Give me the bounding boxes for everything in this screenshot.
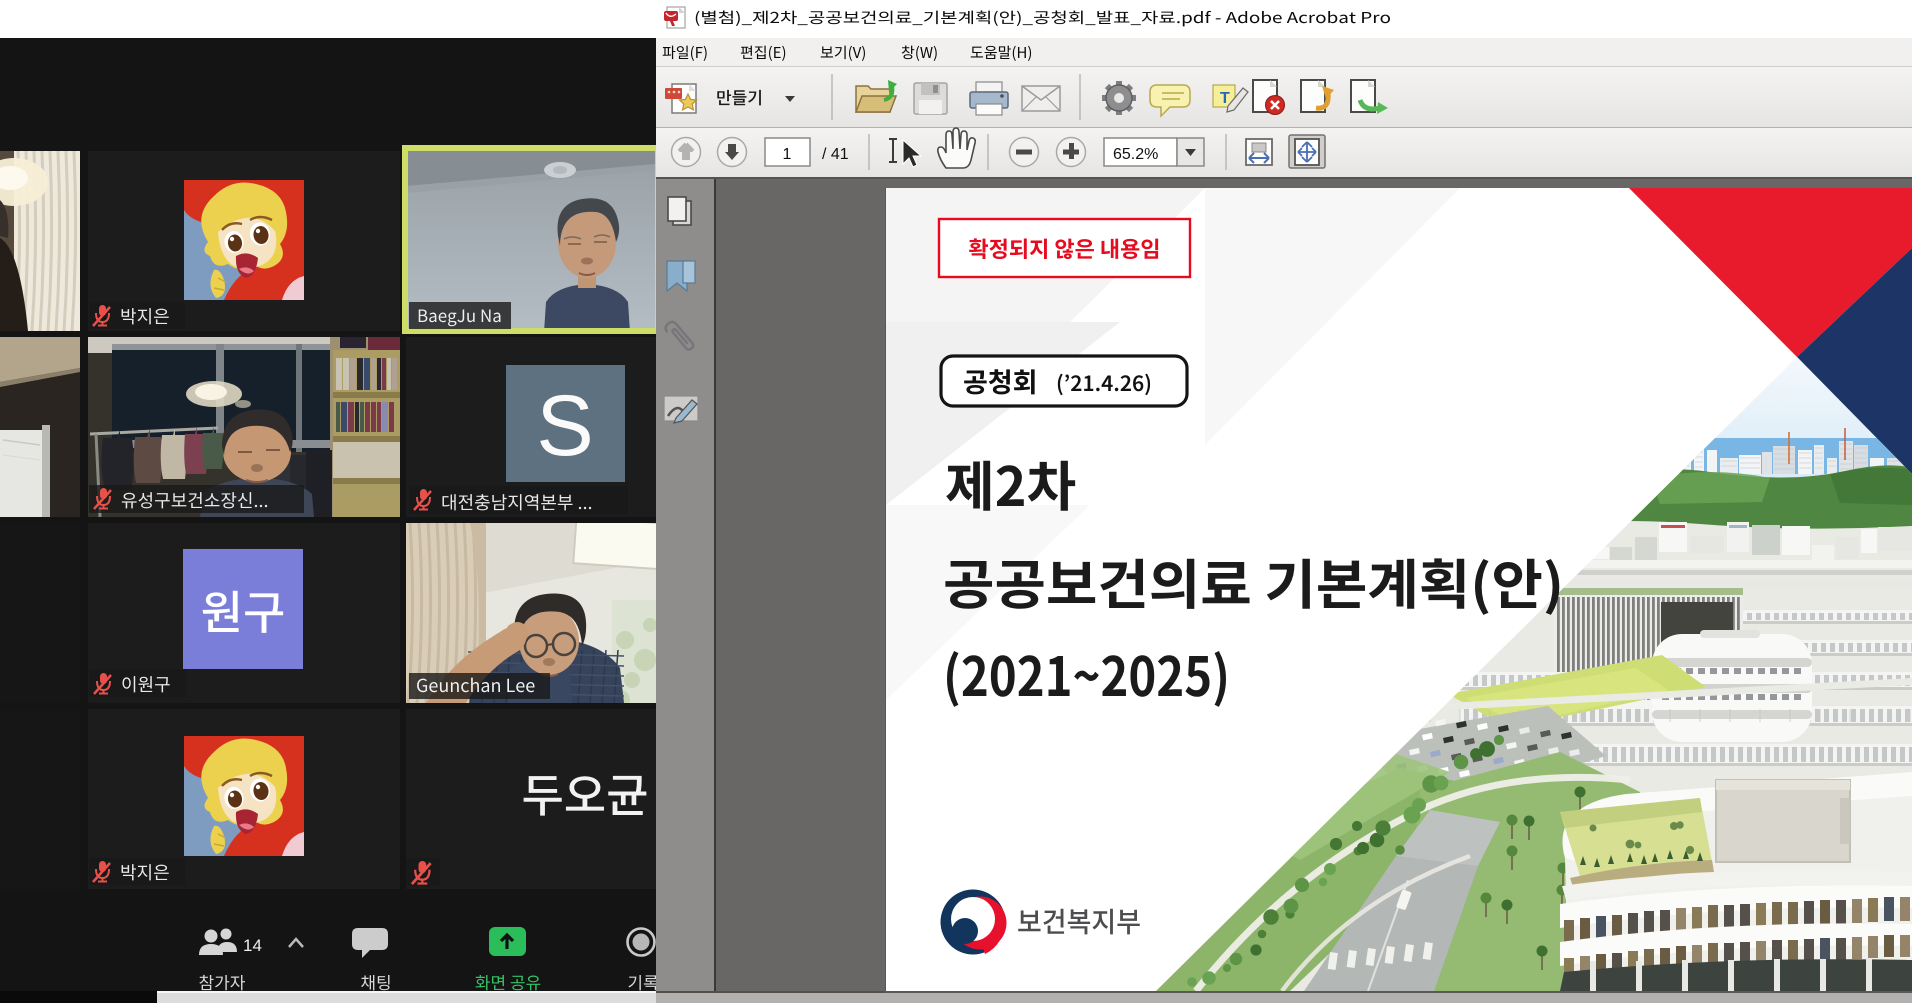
svg-text:65.2%: 65.2%	[1113, 146, 1158, 163]
svg-text:14: 14	[243, 936, 262, 955]
svg-text:/ 41: / 41	[822, 146, 849, 163]
svg-text:1: 1	[783, 146, 792, 163]
svg-text:T: T	[1220, 90, 1230, 107]
svg-text:S: S	[536, 378, 593, 474]
